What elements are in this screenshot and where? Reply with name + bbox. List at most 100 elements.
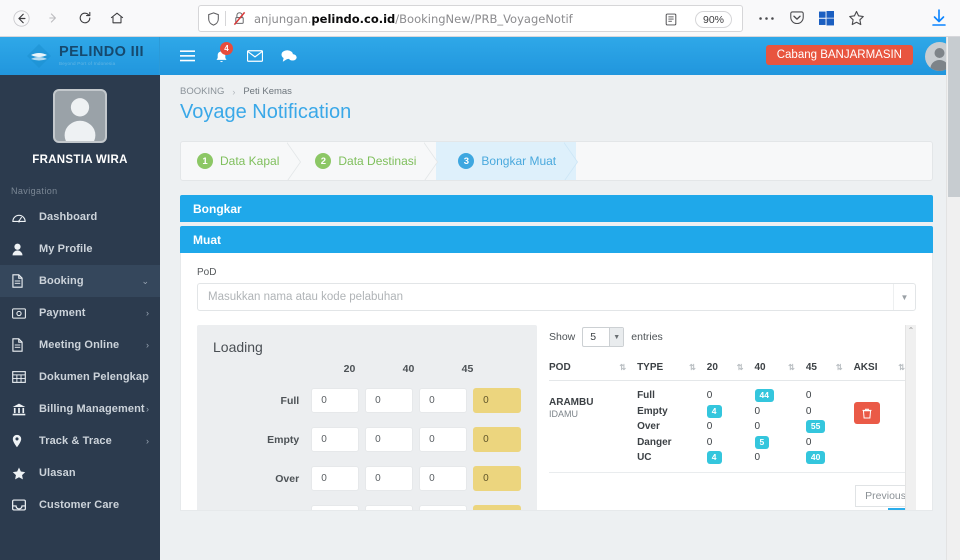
windows-app-icon[interactable] [816, 5, 837, 31]
address-bar[interactable]: anjungan.pelindo.co.id/BookingNew/PRB_Vo… [198, 5, 743, 32]
chevron-down-icon[interactable]: ▼ [893, 284, 915, 310]
wizard-step-data-kapal[interactable]: 1 Data Kapal [181, 142, 302, 180]
pod-placeholder: Masukkan nama atau kode pelabuhan [208, 291, 404, 303]
th-20[interactable]: 20 ⇅ [706, 362, 755, 381]
val-40-full: 44 [754, 389, 774, 403]
branch-button[interactable]: Cabang BANJARMASIN [765, 45, 913, 65]
sidebar-item-payment[interactable]: Payment › [0, 297, 160, 329]
bank-institution-icon [12, 403, 34, 416]
loading-col-40: 40 [402, 363, 415, 375]
val-20-empty: 4 [706, 404, 722, 418]
loading-row-full: Full 0 0 0 0 [213, 381, 522, 420]
sidebar-item-track-trace[interactable]: Track & Trace › [0, 425, 160, 457]
th-pod[interactable]: POD ⇅ [549, 362, 638, 381]
scroll-up-arrow-icon[interactable]: ⌃ [906, 325, 916, 336]
panel-header-bongkar[interactable]: Bongkar [180, 195, 933, 222]
breadcrumb-booking[interactable]: BOOKING [180, 86, 224, 97]
loading-over-45-input[interactable]: 0 [419, 466, 468, 491]
chevron-right-icon: › [232, 86, 236, 97]
loading-empty-45-input[interactable]: 0 [419, 427, 468, 452]
pocket-icon[interactable] [786, 5, 807, 31]
sidebar-item-label: My Profile [39, 243, 93, 255]
sidebar-item-label: Billing Management [39, 403, 145, 415]
loading-empty-20-input[interactable]: 0 [311, 427, 360, 452]
type-empty: Empty [637, 405, 668, 417]
star-bookmark-icon[interactable] [846, 5, 867, 31]
wizard-step-data-destinasi[interactable]: 2 Data Destinasi [299, 142, 439, 180]
loading-column-headers: 20 40 45 [213, 357, 521, 381]
zoom-level-badge[interactable]: 90% [694, 11, 732, 28]
th-40[interactable]: 40 ⇅ [754, 362, 806, 381]
brand-logo-area[interactable]: PELINDO III Beyond Port of Indonesia [0, 37, 160, 75]
table-row: ARAMBU IDAMU Full Empty Over Danger UC 0… [549, 380, 916, 473]
sidebar-item-meeting-online[interactable]: Meeting Online › [0, 329, 160, 361]
loading-danger-40-input[interactable]: 0 [365, 505, 414, 510]
loading-full-45-input[interactable]: 0 [419, 388, 468, 413]
avatar[interactable] [53, 89, 107, 143]
reader-view-icon[interactable] [661, 10, 680, 29]
loading-over-20-input[interactable]: 0 [311, 466, 360, 491]
notification-badge: 4 [220, 42, 233, 55]
sidebar-item-dokumen-pelengkap[interactable]: Dokumen Pelengkap › [0, 361, 160, 393]
step-number: 3 [458, 153, 475, 169]
sort-updown-icon: ⇅ [788, 363, 795, 372]
pelindo-logo-icon [26, 43, 52, 69]
loading-over-40-input[interactable]: 0 [365, 466, 414, 491]
loading-danger-45-input[interactable]: 0 [419, 505, 468, 510]
bell-notification-icon[interactable]: 4 [204, 37, 238, 75]
chevron-right-icon: › [146, 308, 149, 318]
sidebar-item-ulasan[interactable]: Ulasan [0, 457, 160, 489]
sidebar-item-booking[interactable]: Booking ⌄ [0, 265, 160, 297]
hamburger-menu-icon[interactable] [170, 37, 204, 75]
panel-body-muat: PoD Masukkan nama atau kode pelabuhan ▼ … [180, 253, 933, 511]
home-icon[interactable] [102, 3, 132, 33]
sidebar-item-label: Payment [39, 307, 86, 319]
envelope-mail-icon[interactable] [238, 37, 272, 75]
brand-tagline: Beyond Port of Indonesia [59, 60, 116, 66]
chat-bubble-icon[interactable] [272, 37, 306, 75]
trash-delete-icon[interactable] [853, 402, 880, 424]
sidebar-section-label: Navigation [11, 186, 58, 196]
th-type[interactable]: TYPE ⇅ [637, 362, 707, 381]
loading-full-20-input[interactable]: 0 [311, 388, 360, 413]
forward-arrow-icon[interactable] [38, 3, 68, 33]
main-content: BOOKING › Peti Kemas Voyage Notification… [160, 75, 953, 560]
map-marker-icon [12, 434, 34, 448]
table-scrollbar[interactable]: ⌃ [905, 325, 916, 510]
sidebar-item-label: Ulasan [39, 467, 76, 479]
sidebar-item-billing-management[interactable]: Billing Management › [0, 393, 160, 425]
file-document-icon [12, 338, 34, 352]
insecure-connection-icon[interactable] [231, 10, 247, 27]
back-arrow-icon[interactable] [6, 3, 36, 33]
page-scrollbar[interactable] [946, 37, 960, 560]
page-scrollbar-thumb[interactable] [948, 37, 960, 197]
inbox-tray-icon [12, 499, 34, 511]
loading-empty-40-input[interactable]: 0 [365, 427, 414, 452]
val-45-empty: 0 [805, 405, 812, 417]
sidebar-item-label: Meeting Online [39, 339, 120, 351]
sidebar-item-label: Dokumen Pelengkap [39, 371, 149, 383]
step-label: Data Kapal [220, 154, 280, 168]
type-full: Full [637, 390, 655, 401]
money-bill-icon [12, 307, 34, 319]
more-menu-icon[interactable] [756, 5, 777, 31]
step-label: Data Destinasi [338, 154, 417, 168]
sidebar-item-dashboard[interactable]: Dashboard [0, 201, 160, 233]
loading-danger-total: 0 [473, 505, 522, 510]
loading-danger-20-input[interactable]: 0 [311, 505, 360, 510]
sidebar-item-customer-care[interactable]: Customer Care [0, 489, 160, 521]
th-45[interactable]: 45 ⇅ [805, 362, 854, 381]
sidebar-item-my-profile[interactable]: My Profile [0, 233, 160, 265]
download-arrow-icon[interactable] [928, 6, 950, 30]
loading-full-40-input[interactable]: 0 [365, 388, 414, 413]
panel-header-muat[interactable]: Muat [180, 226, 933, 253]
show-entries-select[interactable]: 5 ▼ [582, 327, 625, 347]
pod-select[interactable]: Masukkan nama atau kode pelabuhan ▼ [197, 283, 916, 311]
sidebar-item-label: Dashboard [39, 211, 98, 223]
val-45-full: 0 [805, 390, 812, 401]
wizard-step-bongkar-muat[interactable]: 3 Bongkar Muat [436, 142, 578, 180]
breadcrumb-peti-kemas[interactable]: Peti Kemas [243, 86, 292, 97]
reload-icon[interactable] [70, 3, 100, 33]
tracking-shield-icon[interactable] [205, 10, 222, 27]
val-40-over: 0 [754, 421, 761, 432]
